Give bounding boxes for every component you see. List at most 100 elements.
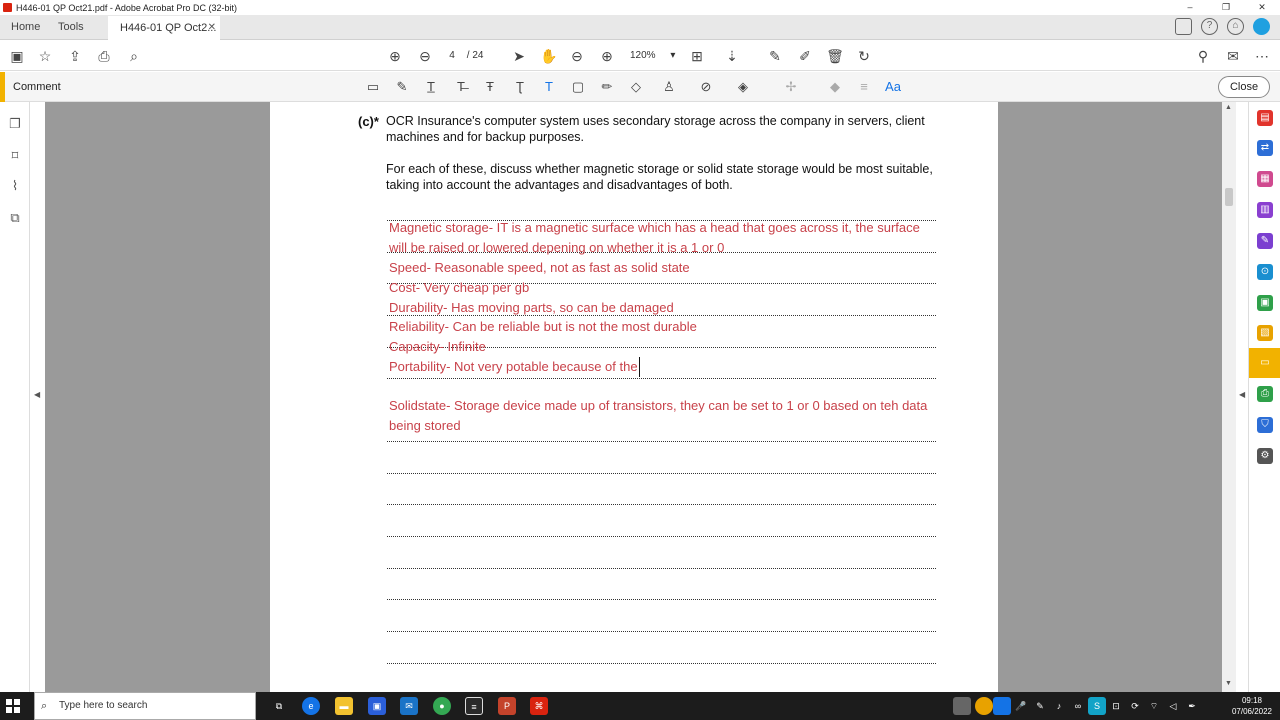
stamp-icon[interactable]: ♙	[660, 78, 678, 96]
export-pdf-icon[interactable]: ▣	[1257, 295, 1273, 311]
answer-text-line[interactable]: Solidstate- Storage device made up of tr…	[389, 396, 927, 416]
tray-blue-icon[interactable]	[993, 697, 1011, 715]
taskbar-clock[interactable]: 09:18 07/06/2022	[1232, 695, 1272, 717]
add-text-icon[interactable]: T	[540, 78, 558, 96]
next-page-icon[interactable]: ⊖	[416, 47, 434, 65]
highlight-icon[interactable]: ✎	[393, 78, 411, 96]
maximize-button[interactable]: ❐	[1208, 0, 1244, 15]
edit-link-icon[interactable]: ⚲	[1194, 47, 1212, 65]
tray-wifi-icon[interactable]: ⌔	[1145, 697, 1163, 715]
create-pdf-icon[interactable]: ▤	[1257, 110, 1273, 126]
tab-close-icon[interactable]: ✕	[208, 16, 216, 40]
right-panel-toggle[interactable]: ◀	[1236, 102, 1248, 692]
document-viewer[interactable]: (c)* OCR Insurance's computer system use…	[45, 102, 1222, 692]
tray-sync-icon[interactable]: ⟳	[1126, 697, 1144, 715]
page-fit-icon[interactable]: ⊞	[688, 47, 706, 65]
draw-pencil-icon[interactable]: ✏	[598, 78, 616, 96]
select-cursor-icon[interactable]: ➤	[510, 47, 528, 65]
edge-browser-icon[interactable]: e	[302, 697, 320, 715]
shapes-icon[interactable]: ◈	[734, 78, 752, 96]
fill-sign-tool-icon[interactable]: ✎	[1257, 233, 1273, 249]
bookmark-star-icon[interactable]: ☆	[36, 47, 54, 65]
zoom-select[interactable]: 120% ▾	[630, 47, 675, 65]
fill-sign-icon[interactable]: ✐	[796, 47, 814, 65]
help-icon[interactable]: ?	[1201, 18, 1218, 35]
task-view-icon[interactable]: ⧉	[270, 697, 288, 715]
taskbar-search-box[interactable]: ⌕ Type here to search	[34, 692, 256, 720]
combine-files-icon[interactable]: ⇄	[1257, 140, 1273, 156]
tab-tools[interactable]: Tools	[58, 15, 84, 40]
acrobat-taskbar-icon[interactable]: ⌘	[530, 697, 548, 715]
protect-icon[interactable]: ⛉	[1257, 417, 1273, 433]
answer-text-line[interactable]: Durability- Has moving parts, so can be …	[389, 298, 674, 318]
answer-text-line[interactable]: Reliability- Can be reliable but is not …	[389, 317, 697, 337]
edit-pdf-icon[interactable]: ▥	[1257, 202, 1273, 218]
sign-icon[interactable]: ✎	[766, 47, 784, 65]
tray-speaker-icon[interactable]: ◁	[1164, 697, 1182, 715]
answer-text-line[interactable]: being stored	[389, 416, 461, 436]
strikethrough-icon[interactable]: T̶	[452, 78, 470, 96]
font-icon[interactable]: Aa	[884, 78, 902, 96]
more-tools-rail-icon[interactable]: ⚙	[1257, 448, 1273, 464]
organize-pages-icon[interactable]: ▦	[1257, 171, 1273, 187]
answer-text-line[interactable]: Cost- Very cheap per gb	[389, 278, 529, 298]
scroll-thumb[interactable]	[1225, 188, 1233, 206]
zoom-out-icon[interactable]: ⊖	[568, 47, 586, 65]
fill-color-icon[interactable]: ◆	[826, 78, 844, 96]
tray-volume-icon[interactable]: ♪	[1050, 697, 1068, 715]
notifications-icon[interactable]: ⌂	[1227, 18, 1244, 35]
sims-app-icon[interactable]: ≡	[465, 697, 483, 715]
file-explorer-icon[interactable]: ▬	[335, 697, 353, 715]
search-icon[interactable]: ⌕	[125, 47, 143, 65]
underline-text-icon[interactable]: T̲	[422, 78, 440, 96]
line-weight-icon[interactable]: ≡	[855, 78, 873, 96]
upload-icon[interactable]: ⇪	[66, 47, 84, 65]
layers-icon[interactable]: ⧉	[7, 210, 23, 226]
attach-icon[interactable]: ⊘	[697, 78, 715, 96]
more-tools-icon[interactable]: ⋯	[1253, 47, 1271, 65]
vertical-scrollbar[interactable]: ▲ ▼	[1222, 102, 1236, 692]
store-icon[interactable]: ▣	[368, 697, 386, 715]
share-file-icon[interactable]: ▧	[1257, 325, 1273, 341]
answer-text-line[interactable]: will be raised or lowered depening on wh…	[389, 238, 724, 258]
windows-start-icon[interactable]	[6, 699, 20, 713]
minimize-button[interactable]: –	[1172, 0, 1208, 15]
page-thumbnails-icon[interactable]: ❐	[7, 116, 23, 132]
tray-pen-icon[interactable]: ✒	[1183, 697, 1201, 715]
tab-document[interactable]: H446-01 QP Oct2... ✕	[108, 16, 220, 40]
tray-mic-icon[interactable]: 🎤	[1012, 697, 1030, 715]
chrome-icon[interactable]: ●	[433, 697, 451, 715]
tray-app-icon[interactable]	[953, 697, 971, 715]
request-esign-icon[interactable]: ⊙	[1257, 264, 1273, 280]
powerpoint-icon[interactable]: P	[498, 697, 516, 715]
comment-tool-icon[interactable]: ▭	[1257, 355, 1273, 371]
insert-text-icon[interactable]: Ʈ	[511, 78, 529, 96]
scan-ocr-icon[interactable]: ⎙	[1257, 386, 1273, 402]
mail-icon[interactable]: ✉	[400, 697, 418, 715]
delete-icon[interactable]: 🗑	[826, 47, 844, 65]
rotate-icon[interactable]: ↻	[855, 47, 873, 65]
sticky-note-icon[interactable]: ▭	[364, 78, 382, 96]
close-window-button[interactable]: ✕	[1244, 0, 1280, 15]
bookmarks-icon[interactable]: ⌑	[7, 148, 23, 164]
share-screen-icon[interactable]	[1175, 18, 1192, 35]
zoom-in-icon[interactable]: ⊕	[598, 47, 616, 65]
scroll-down-icon[interactable]: ▼	[1225, 680, 1232, 687]
scroll-mode-icon[interactable]: ⇣	[723, 47, 741, 65]
eraser-icon[interactable]: ◇	[627, 78, 645, 96]
pin-icon[interactable]: ✢	[782, 78, 800, 96]
page-number-input[interactable]: 4	[440, 47, 464, 65]
attachments-icon[interactable]: ⌇	[7, 178, 23, 194]
email-icon[interactable]: ✉	[1224, 47, 1242, 65]
answer-text-line-active[interactable]: Portability- Not very potable because of…	[389, 357, 640, 377]
scroll-up-icon[interactable]: ▲	[1225, 104, 1232, 111]
tray-edit-icon[interactable]: ✎	[1031, 697, 1049, 715]
replace-text-icon[interactable]: Ŧ	[481, 78, 499, 96]
account-avatar-icon[interactable]	[1253, 18, 1270, 35]
hand-tool-icon[interactable]: ✋	[540, 47, 558, 65]
answer-text-line[interactable]: Speed- Reasonable speed, not as fast as …	[389, 258, 690, 278]
save-icon[interactable]: ▣	[8, 47, 26, 65]
tray-s-icon[interactable]: S	[1088, 697, 1106, 715]
print-icon[interactable]: ⎙	[95, 47, 113, 65]
tray-network-icon[interactable]: ⊡	[1107, 697, 1125, 715]
